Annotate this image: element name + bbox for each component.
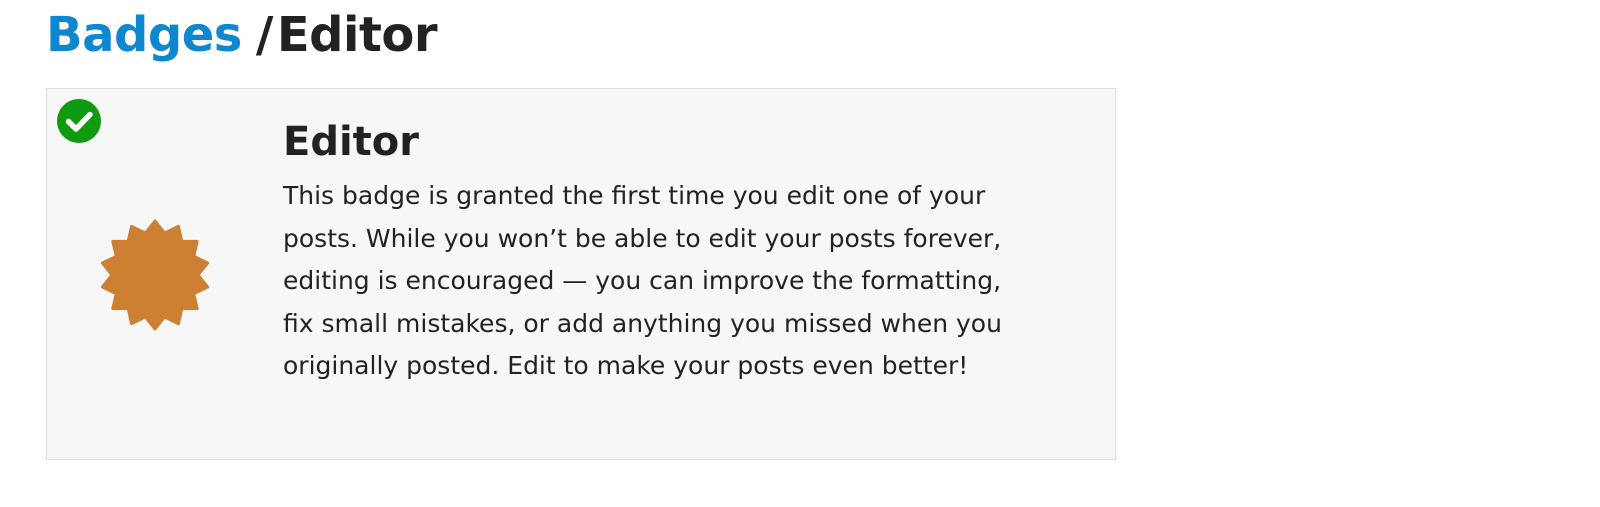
page: Badges/Editor Editor This badge is grant…: [0, 0, 1600, 507]
badge-title: Editor: [283, 119, 419, 165]
badge-content: Editor This badge is granted the first t…: [283, 115, 1023, 388]
starburst-badge-icon: [100, 219, 210, 331]
breadcrumb-separator: /: [255, 7, 274, 63]
check-circle-background: [57, 99, 101, 143]
badge-card: Editor This badge is granted the first t…: [46, 88, 1116, 460]
page-title: Editor: [276, 7, 438, 63]
starburst-shape: [100, 219, 210, 331]
breadcrumb-badges-link[interactable]: Badges: [46, 7, 242, 63]
badge-description: This badge is granted the first time you…: [283, 181, 1002, 381]
breadcrumb: Badges/Editor: [46, 4, 438, 66]
check-circle-icon: [57, 99, 101, 143]
